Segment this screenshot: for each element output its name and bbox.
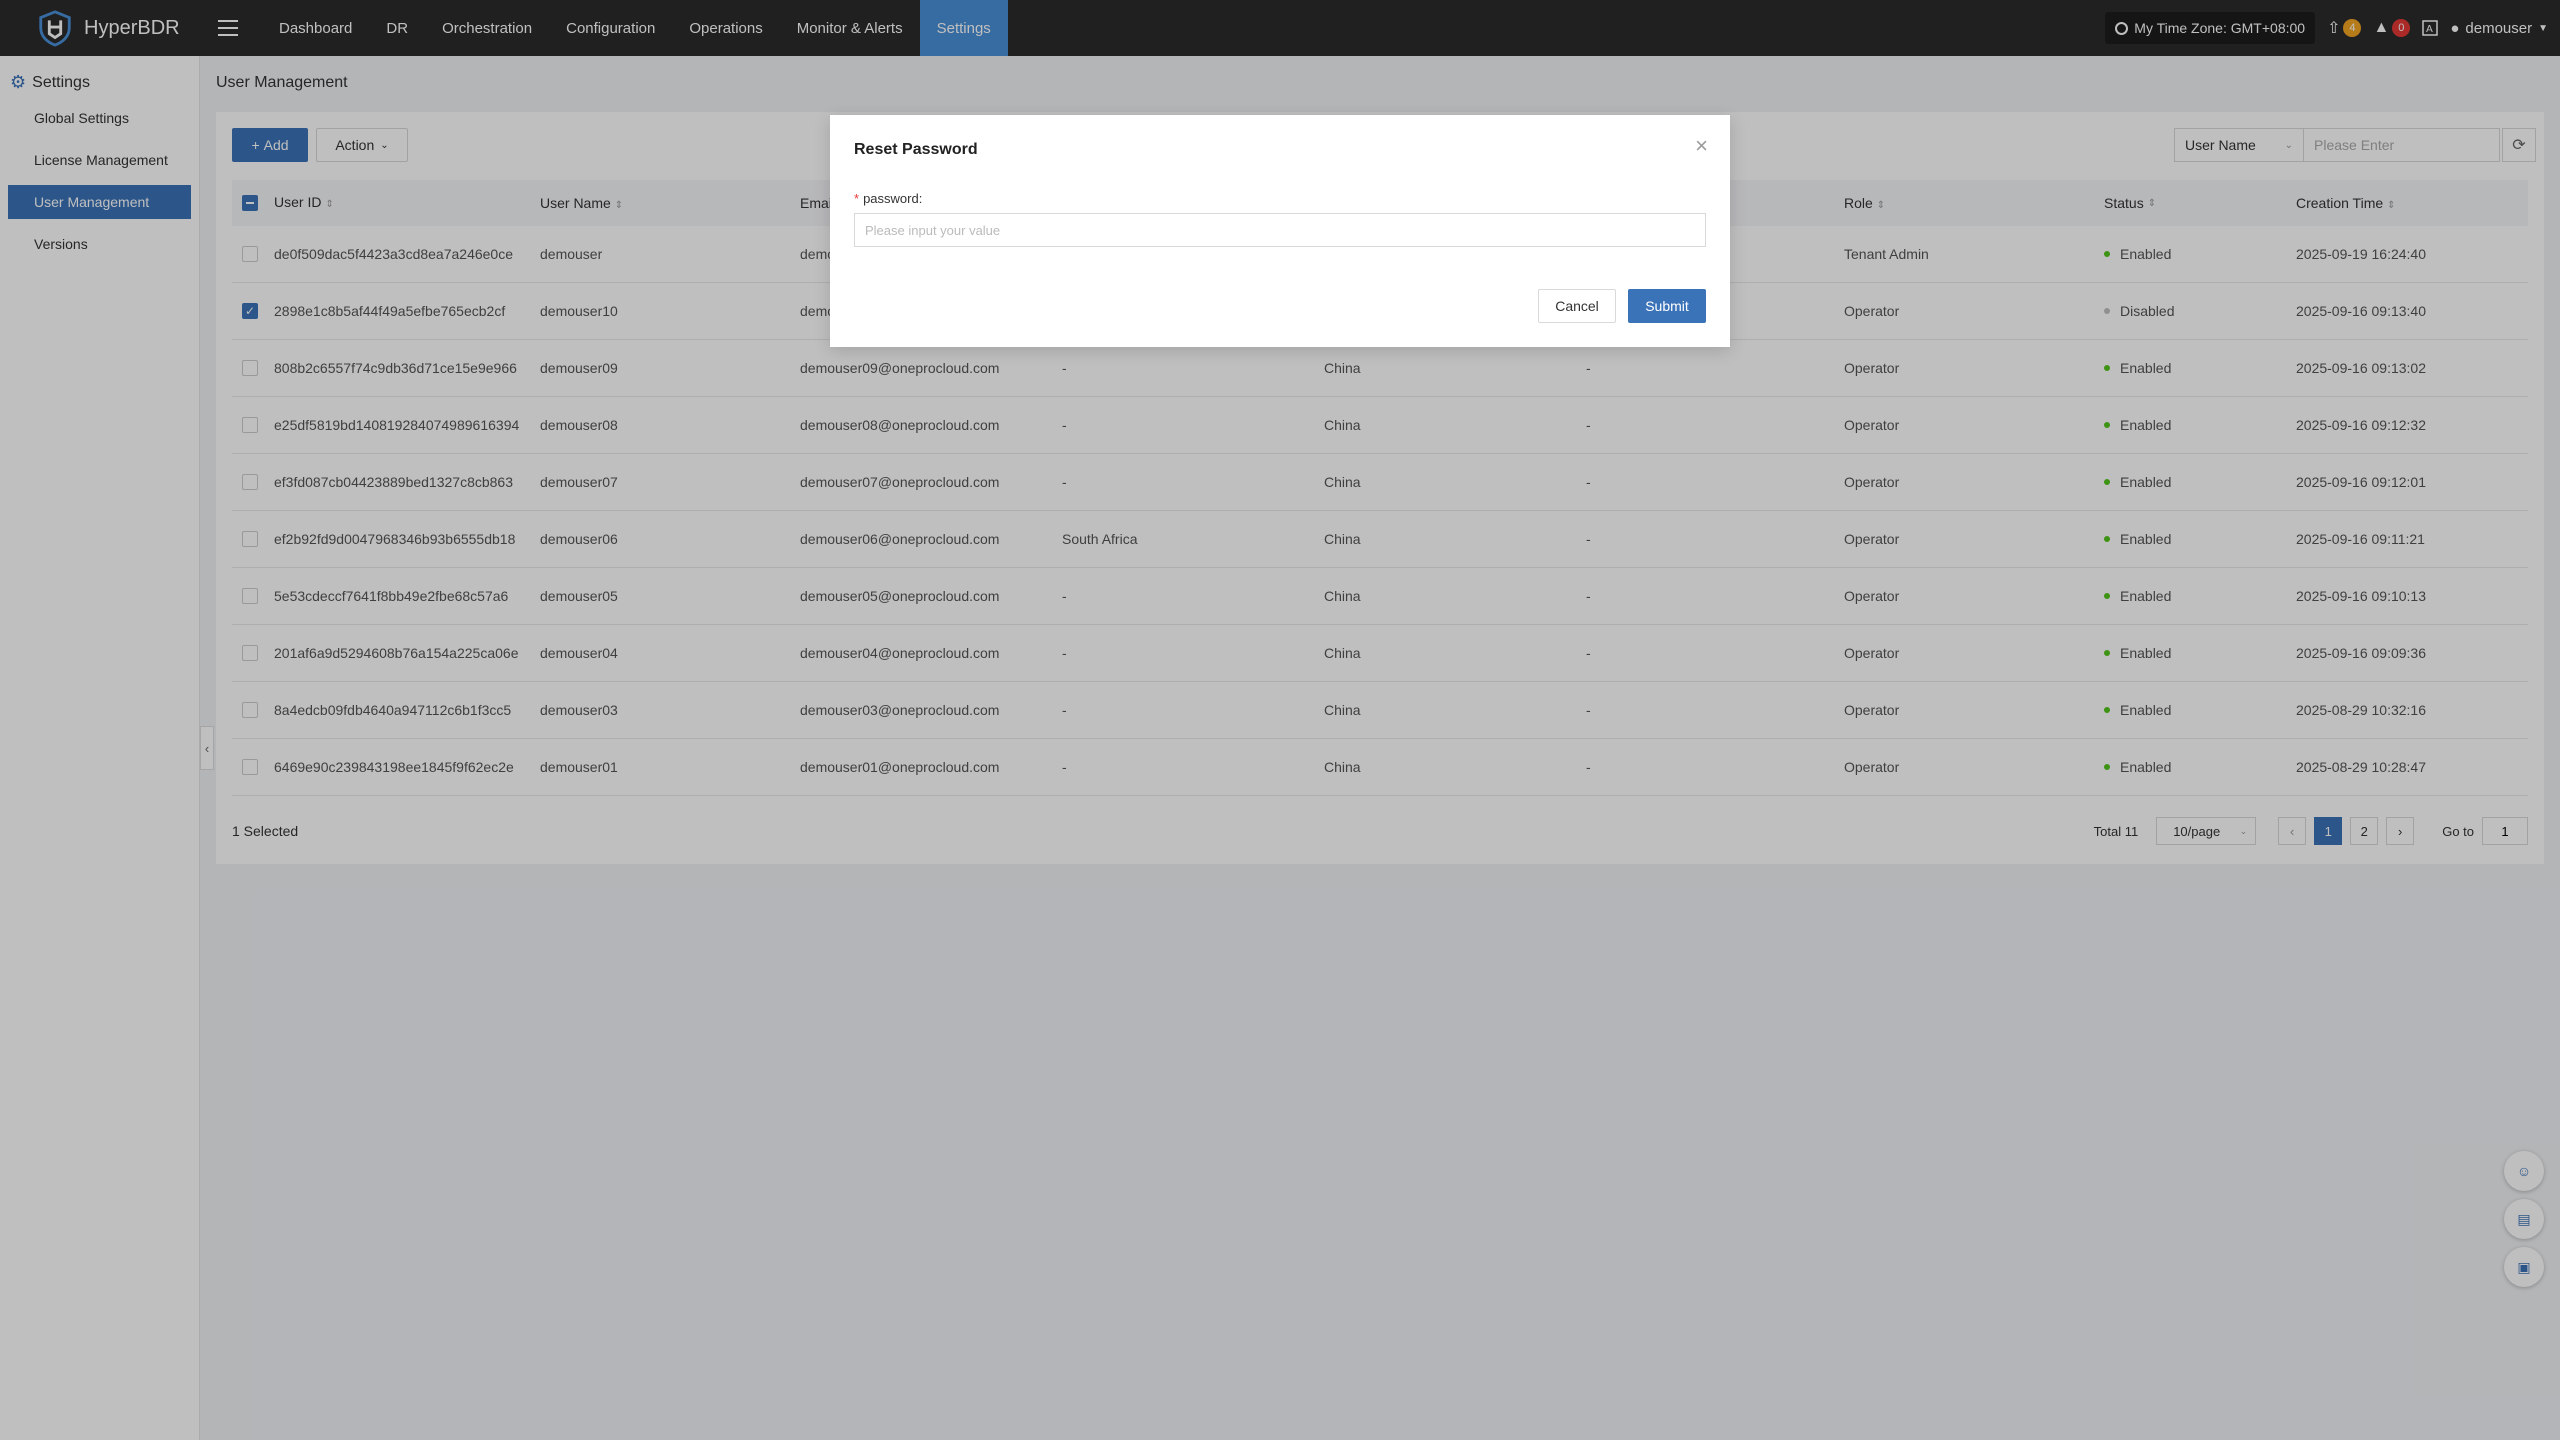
reset-password-dialog: Reset Password × *password: Cancel Submi… xyxy=(830,115,1730,347)
password-label: * password: xyxy=(854,191,923,206)
password-input[interactable] xyxy=(854,213,1706,247)
cancel-button[interactable]: Cancel xyxy=(1538,289,1616,323)
required-marker: * xyxy=(854,191,860,206)
submit-button[interactable]: Submit xyxy=(1628,289,1706,323)
dialog-title: Reset Password xyxy=(854,141,978,158)
close-icon[interactable]: × xyxy=(1695,133,1708,159)
